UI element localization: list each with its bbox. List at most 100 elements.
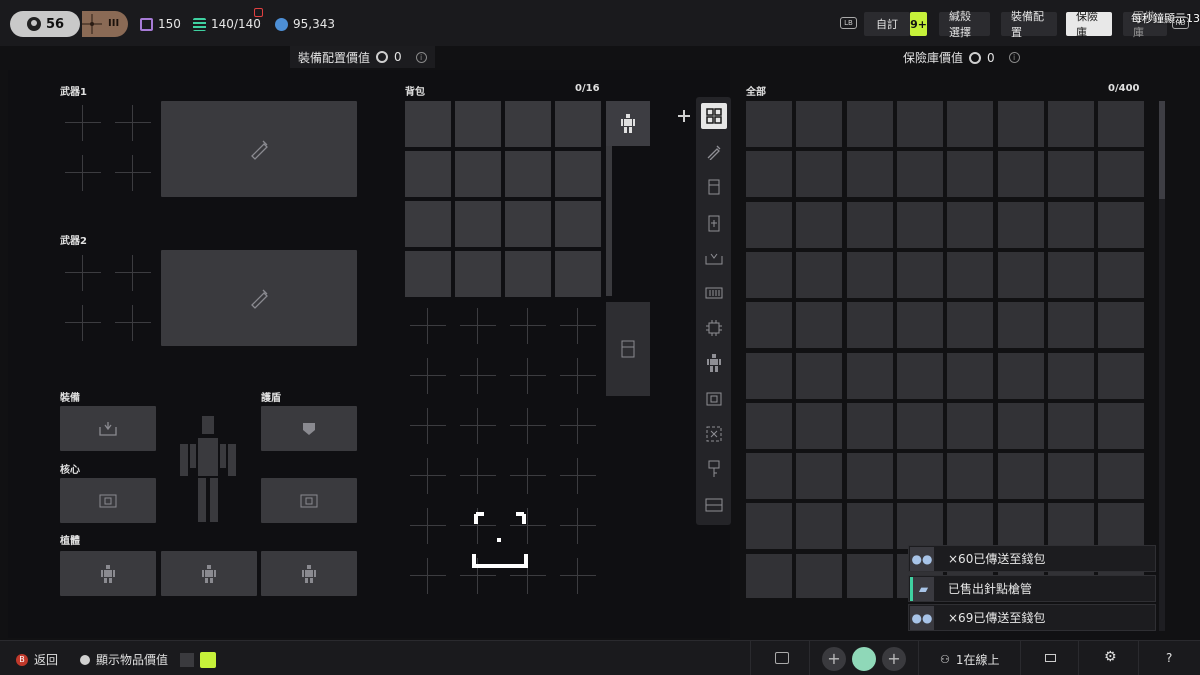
settings-gear-icon[interactable]: ⚙ xyxy=(1104,649,1117,665)
implant-slot-2[interactable] xyxy=(161,551,257,596)
vault-slot[interactable] xyxy=(896,453,943,500)
vault-slot[interactable] xyxy=(947,402,994,449)
show-item-value-toggle[interactable]: 顯示物品價值 xyxy=(80,651,217,668)
backpack-slot[interactable] xyxy=(455,251,501,297)
backpack-slot[interactable] xyxy=(505,251,551,297)
weapon1-attachment-slot[interactable] xyxy=(115,155,151,191)
vault-slot[interactable] xyxy=(1047,101,1094,147)
vault-slot[interactable] xyxy=(947,151,994,198)
backpack-slot[interactable] xyxy=(555,251,601,297)
vault-slot[interactable] xyxy=(796,402,843,449)
vault-slot[interactable] xyxy=(1098,302,1144,349)
vault-slot[interactable] xyxy=(1098,453,1144,500)
vault-slot[interactable] xyxy=(746,352,792,399)
info-icon[interactable]: i xyxy=(415,51,427,63)
backpack-slot[interactable] xyxy=(405,201,451,247)
weapon1-attachment-slot[interactable] xyxy=(65,155,101,191)
weapon-icon[interactable] xyxy=(701,139,727,165)
mail-icon[interactable] xyxy=(1045,654,1056,662)
vault-slot[interactable] xyxy=(1047,402,1094,449)
vault-slot[interactable] xyxy=(1098,352,1144,399)
vault-slot[interactable] xyxy=(997,503,1044,550)
vault-slot[interactable] xyxy=(1098,151,1144,198)
vault-slot[interactable] xyxy=(947,453,994,500)
weapon2-attachment-slot[interactable] xyxy=(65,305,101,341)
chat-icon[interactable] xyxy=(775,652,789,664)
vault-slot[interactable] xyxy=(947,302,994,349)
vault-slot[interactable] xyxy=(846,553,893,598)
vault-slot[interactable] xyxy=(746,151,792,198)
grid-icon[interactable] xyxy=(701,103,727,129)
vault-slot[interactable] xyxy=(1047,151,1094,198)
battery-icon[interactable] xyxy=(701,210,727,236)
vault-slot[interactable] xyxy=(1047,302,1094,349)
vault-slot[interactable] xyxy=(846,402,893,449)
key-icon[interactable] xyxy=(701,456,727,482)
backpack-slot[interactable] xyxy=(405,251,451,297)
backpack-slot[interactable] xyxy=(405,101,451,147)
backpack-scrollbar[interactable] xyxy=(606,146,612,296)
weapon2-attachment-slot[interactable] xyxy=(115,255,151,291)
vault-slot[interactable] xyxy=(846,201,893,248)
core-slot-1[interactable] xyxy=(60,478,156,523)
player-level[interactable]: 56 xyxy=(10,11,80,37)
implant-slot-1[interactable] xyxy=(60,551,156,596)
vault-slot[interactable] xyxy=(896,352,943,399)
custom-button[interactable]: 自訂 xyxy=(864,12,910,36)
vault-slot[interactable] xyxy=(796,453,843,500)
vault-slot[interactable] xyxy=(746,251,792,298)
vault-slot[interactable] xyxy=(997,352,1044,399)
loadout-button[interactable]: 裝備配置 xyxy=(1001,10,1057,39)
back-button[interactable]: B 返回 xyxy=(16,651,58,668)
vault-slot[interactable] xyxy=(796,352,843,399)
inbox-icon[interactable] xyxy=(701,245,727,271)
vault-slot[interactable] xyxy=(846,453,893,500)
add-party-member-button[interactable]: + xyxy=(882,647,906,671)
weapon2-attachment-slot[interactable] xyxy=(115,305,151,341)
vault-slot[interactable] xyxy=(846,251,893,298)
drag-move-icon[interactable] xyxy=(678,110,690,122)
weapon2-attachment-slot[interactable] xyxy=(65,255,101,291)
backpack-slot[interactable] xyxy=(505,201,551,247)
weapon2-slot[interactable] xyxy=(161,250,357,346)
backpack-slot[interactable] xyxy=(405,151,451,197)
vault-slot[interactable] xyxy=(1047,251,1094,298)
vault-slot[interactable] xyxy=(796,503,843,550)
vault-slot[interactable] xyxy=(1098,503,1144,550)
vault-slot[interactable] xyxy=(997,201,1044,248)
vault-slot[interactable] xyxy=(746,453,792,500)
vault-slot[interactable] xyxy=(896,151,943,198)
card-icon[interactable] xyxy=(701,492,727,518)
vault-slot[interactable] xyxy=(1047,201,1094,248)
online-friends[interactable]: ⚇ 1在線上 xyxy=(940,651,1000,668)
player-avatar[interactable] xyxy=(852,647,876,671)
backpack-slot[interactable] xyxy=(455,101,501,147)
chip-icon[interactable] xyxy=(701,315,727,341)
shell-select-button[interactable]: 緘殼選擇 xyxy=(939,10,990,39)
magazine-icon[interactable] xyxy=(701,174,727,200)
vault-slot[interactable] xyxy=(997,101,1044,147)
vault-slot[interactable] xyxy=(796,201,843,248)
vault-slot[interactable] xyxy=(997,402,1044,449)
vault-slot[interactable] xyxy=(997,302,1044,349)
vault-slot[interactable] xyxy=(947,503,994,550)
vault-slot[interactable] xyxy=(896,503,943,550)
vault-slot[interactable] xyxy=(846,352,893,399)
vault-slot[interactable] xyxy=(746,402,792,449)
vault-tab-button[interactable]: 保險庫 xyxy=(1066,10,1112,39)
equipment-slot[interactable] xyxy=(60,406,156,451)
backpack-body-slot[interactable] xyxy=(606,101,650,146)
vault-slot[interactable] xyxy=(997,453,1044,500)
vault-slot[interactable] xyxy=(896,201,943,248)
vault-slot[interactable] xyxy=(896,302,943,349)
vault-slot[interactable] xyxy=(947,251,994,298)
core-slot-2[interactable] xyxy=(261,478,357,523)
backpack-slot[interactable] xyxy=(455,201,501,247)
vault-slot[interactable] xyxy=(896,251,943,298)
vault-slot[interactable] xyxy=(1047,453,1094,500)
backpack-slot[interactable] xyxy=(455,151,501,197)
vault-slot[interactable] xyxy=(947,101,994,147)
vault-slot[interactable] xyxy=(1098,201,1144,248)
backpack-slot[interactable] xyxy=(505,101,551,147)
backpack-slot[interactable] xyxy=(555,151,601,197)
